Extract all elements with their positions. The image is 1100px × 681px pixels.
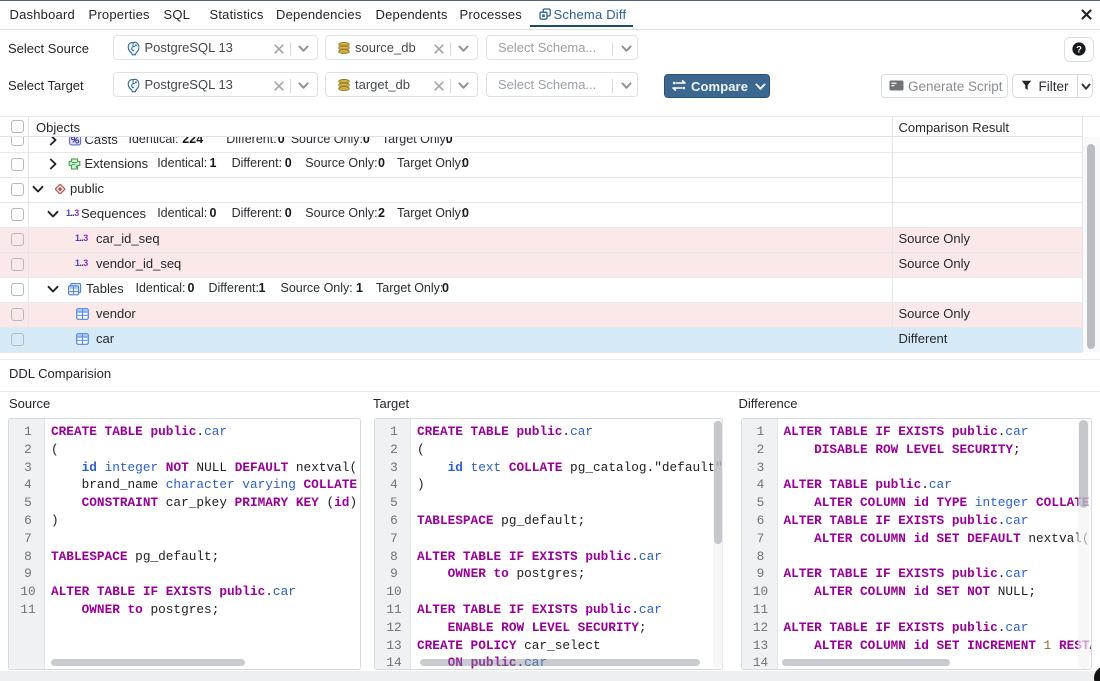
- svg-text:?: ?: [1076, 45, 1082, 56]
